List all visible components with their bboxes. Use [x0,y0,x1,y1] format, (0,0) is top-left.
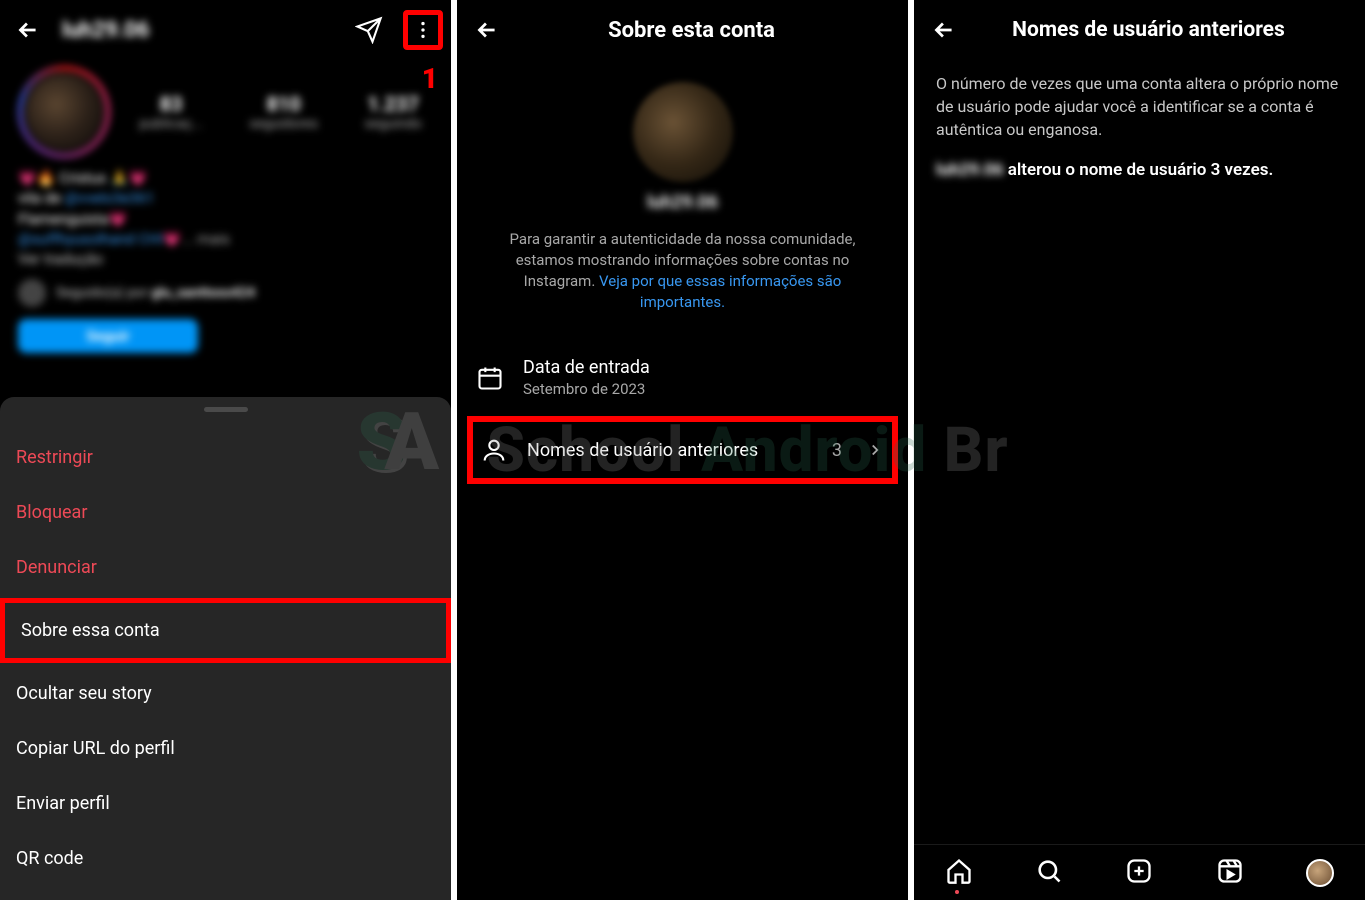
send-icon [355,16,383,44]
stat-following[interactable]: 1.237 seguindo [365,92,422,132]
back-button[interactable] [8,10,48,50]
sheet-hide-story[interactable]: Ocultar seu story [0,666,451,721]
home-icon [945,857,973,885]
join-date-value: Setembro de 2023 [523,380,890,398]
panel2-header: Sobre esta conta [457,0,908,72]
bio-line-4-link[interactable]: @suffhyusolhand CHI💗 [18,230,182,248]
back-button[interactable] [467,10,507,50]
plus-square-icon [1125,857,1153,885]
about-username: luh29.06 [647,192,718,213]
followed-by-row[interactable]: Seguido(a) por glu_santtoss424 [18,279,433,307]
follow-button[interactable]: Seguir [18,319,198,353]
stat-posts-value: 83 [139,92,203,116]
follower-avatar [18,279,46,307]
profile-stats: 83 publicaç... 810 seguidores 1.237 segu… [128,92,433,132]
about-avatar [633,82,733,182]
stat-posts-label: publicaç... [139,116,203,132]
bio-line-3: Flamenguista💗 [18,209,433,229]
join-date-title: Data de entrada [523,357,890,378]
result-text: alterou o nome de usuário 3 vezes. [1004,160,1274,180]
sheet-block[interactable]: Bloquear [0,485,451,540]
about-desc-link[interactable]: Veja por que essas informações são impor… [599,272,841,311]
bio-more[interactable]: ... mais [182,230,230,248]
bio: 💗🔥 Cristus 🙏💗 vila de @vvelo3e361 Flamen… [18,168,433,269]
stat-followers-label: seguidores [249,116,318,132]
followed-by-prefix: Seguido(a) por [56,285,151,301]
stat-following-label: seguindo [365,116,422,132]
home-notification-dot [955,890,959,894]
search-icon [1035,857,1063,885]
avatar [25,73,103,151]
sheet-report[interactable]: Denunciar [0,540,451,595]
kebab-menu-icon [412,19,434,41]
prev-usernames-count: 3 [832,440,842,461]
panel1-header: luh29.06 [0,0,451,60]
chevron-right-icon [866,441,884,459]
bottom-tab-bar [914,844,1365,900]
bio-line-2-link[interactable]: @vvelo3e361 [65,189,155,207]
panel3-description: O número de vezes que uma conta altera o… [936,72,1343,142]
story-ring[interactable] [18,66,110,158]
followed-by-user: glu_santtoss424 [151,285,255,301]
previous-usernames-row[interactable]: Nomes de usuário anteriores 3 [467,416,898,484]
panel3-header: Nomes de usuário anteriores [914,0,1365,72]
person-icon [480,436,508,464]
panel3-title: Nomes de usuário anteriores [982,18,1315,42]
dm-button[interactable] [349,10,389,50]
calendar-icon [476,364,504,392]
back-arrow-icon [15,17,41,43]
reels-icon [1216,857,1244,885]
panel2-title: Sobre esta conta [525,18,858,43]
drag-handle[interactable] [204,407,248,412]
panel3-body: O número de vezes que uma conta altera o… [914,72,1365,180]
sheet-send-profile[interactable]: Enviar perfil [0,776,451,831]
stat-followers[interactable]: 810 seguidores [249,92,318,132]
tab-search[interactable] [1035,857,1063,889]
panel-previous-usernames: Nomes de usuário anteriores O número de … [914,0,1365,900]
sheet-restrict[interactable]: Restringir [0,430,451,485]
panel-profile: luh29.06 1 83 publicaç... 810 seguidores [0,0,451,900]
panel-about-account: Sobre esta conta luh29.06 Para garantir … [457,0,908,900]
action-sheet: Restringir Bloquear Denunciar Sobre essa… [0,397,451,900]
profile-section: 83 publicaç... 810 seguidores 1.237 segu… [0,60,451,353]
sheet-copy-url[interactable]: Copiar URL do perfil [0,721,451,776]
about-avatar-section: luh29.06 [457,82,908,213]
sheet-qr-code[interactable]: QR code [0,831,451,886]
sheet-about-account[interactable]: Sobre essa conta [0,598,451,663]
result-username: luh29.06 [936,160,1004,180]
stat-following-value: 1.237 [365,92,422,116]
tab-profile[interactable] [1306,859,1334,887]
back-arrow-icon [931,17,957,43]
more-options-button[interactable] [403,10,443,50]
back-arrow-icon [474,17,500,43]
prev-usernames-title: Nomes de usuário anteriores [527,440,814,461]
stat-followers-value: 810 [249,92,318,116]
back-button[interactable] [924,10,964,50]
tab-home[interactable] [945,857,973,889]
bio-line-2-text: vila de [18,189,65,207]
bio-line-1: 💗🔥 Cristus 🙏💗 [18,168,433,188]
username-change-result: luh29.06 alterou o nome de usuário 3 vez… [936,160,1343,180]
stat-posts[interactable]: 83 publicaç... [139,92,203,132]
tab-reels[interactable] [1216,857,1244,889]
tab-create[interactable] [1125,857,1153,889]
profile-username: luh29.06 [62,18,335,43]
about-description: Para garantir a autenticidade da nossa c… [457,229,908,313]
join-date-row: Data de entrada Setembro de 2023 [457,343,908,412]
see-translation[interactable]: Ver tradução [18,249,433,269]
